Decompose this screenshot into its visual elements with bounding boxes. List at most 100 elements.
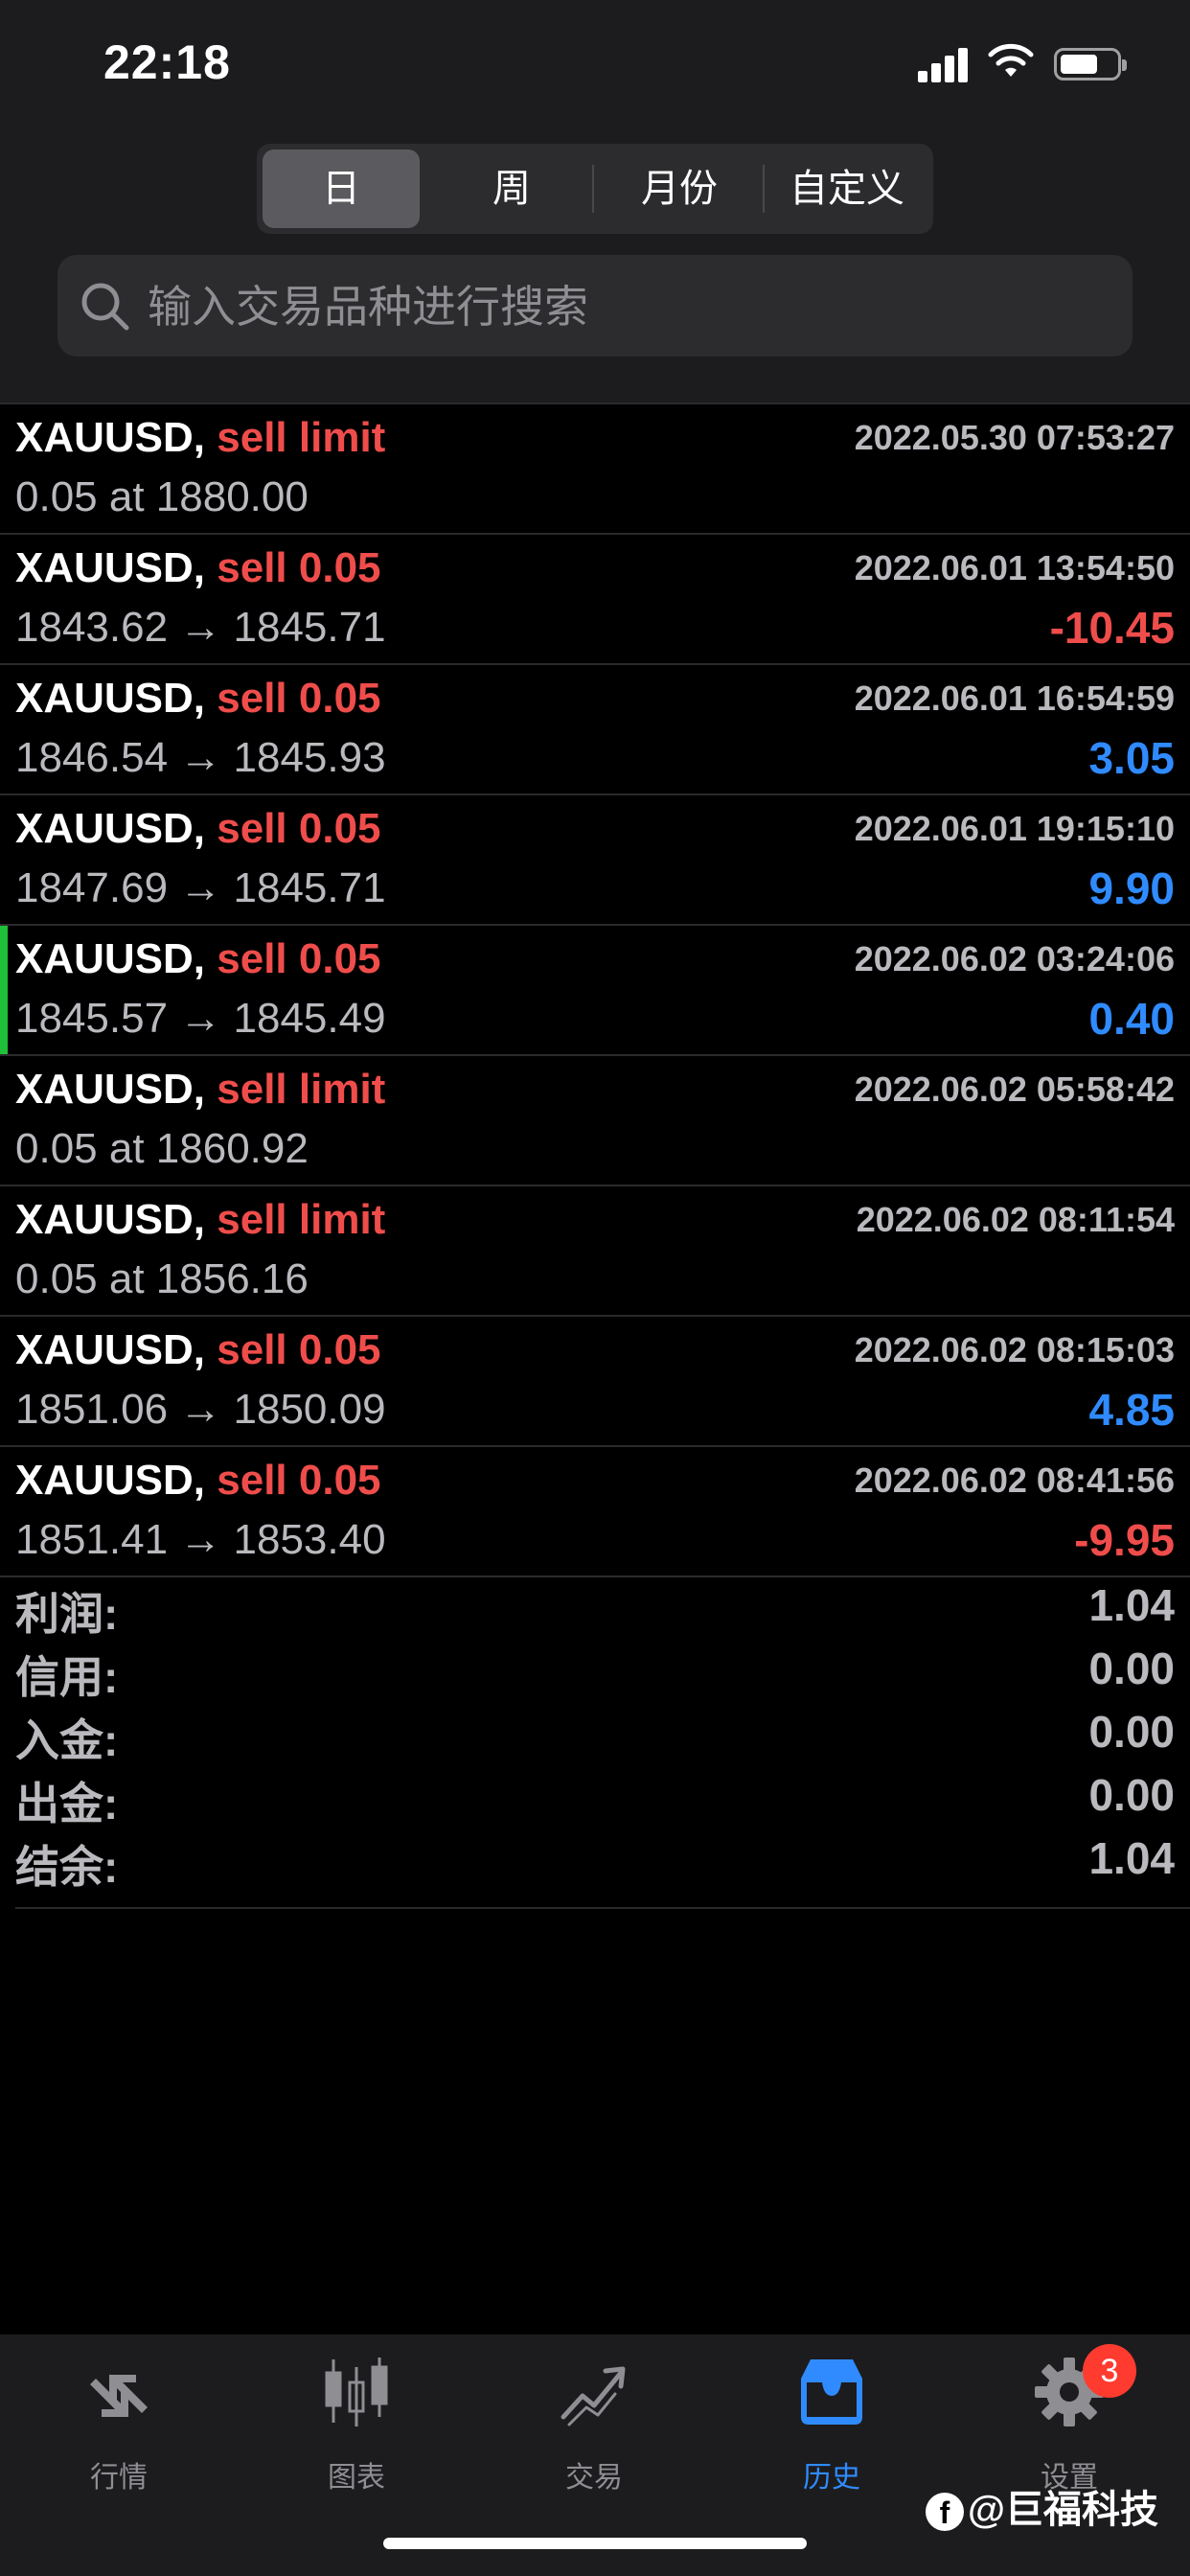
history-row[interactable]: XAUUSD, sell 0.05 2022.06.01 16:54:59 18… xyxy=(0,665,1190,795)
row-order-type: sell limit xyxy=(217,414,386,461)
tab-label: 历史 xyxy=(803,2462,860,2494)
summary-divider xyxy=(15,1907,1190,1909)
tab-quotes[interactable]: 行情 xyxy=(0,2354,238,2497)
history-inbox-icon xyxy=(801,2359,862,2425)
summary-deposit: 入金: 0.00 xyxy=(15,1700,1175,1765)
row-time: 2022.06.01 16:54:59 xyxy=(854,678,1175,718)
row-symbol: XAUUSD, xyxy=(15,544,206,591)
row-symbol: XAUUSD, xyxy=(15,805,206,852)
tab-chart[interactable]: 图表 xyxy=(238,2354,475,2497)
row-order-type: sell limit xyxy=(217,1066,386,1113)
row-price: 1846.54 → 1845.93 xyxy=(15,734,386,781)
history-row[interactable]: XAUUSD, sell limit 2022.05.30 07:53:27 0… xyxy=(0,404,1190,535)
row-price: 1843.62 → 1845.71 xyxy=(15,604,386,651)
summary-profit: 利润: 1.04 xyxy=(15,1574,1175,1639)
search-bar xyxy=(57,255,1133,358)
row-price: 0.05 at 1880.00 xyxy=(15,473,309,520)
segment-week[interactable]: 周 xyxy=(433,150,590,228)
top-header: 22:18 日 周 月份 自定义 xyxy=(0,0,1190,402)
battery-icon xyxy=(1054,48,1127,80)
row-symbol: XAUUSD, xyxy=(15,1457,206,1504)
row-symbol: XAUUSD, xyxy=(15,1066,206,1113)
row-profit: -9.95 xyxy=(1074,1515,1175,1565)
row-order-type: sell limit xyxy=(217,1196,386,1243)
cellular-signal-icon xyxy=(918,48,968,82)
summary-balance: 结余: 1.04 xyxy=(15,1827,1175,1892)
row-time: 2022.06.02 08:15:03 xyxy=(854,1330,1175,1369)
segment-month[interactable]: 月份 xyxy=(598,150,761,228)
trade-trend-icon xyxy=(561,2366,626,2426)
summary-value: 0.00 xyxy=(1088,1644,1175,1693)
wifi-icon xyxy=(988,43,1034,77)
row-price: 0.05 at 1856.16 xyxy=(15,1255,309,1302)
candlestick-chart-icon xyxy=(325,2358,388,2426)
segment-custom[interactable]: 自定义 xyxy=(767,150,927,228)
tab-history[interactable]: 历史 xyxy=(713,2354,950,2497)
summary-value: 1.04 xyxy=(1088,1833,1175,1883)
summary-value: 0.00 xyxy=(1088,1770,1175,1820)
row-profit: 9.90 xyxy=(1088,863,1175,913)
search-input[interactable] xyxy=(146,255,1108,358)
symbol-line: XAUUSD, sell 0.05 xyxy=(15,935,381,983)
row-order-type: sell 0.05 xyxy=(217,1326,381,1373)
segment-divider xyxy=(763,165,765,213)
summary-withdrawal: 出金: 0.00 xyxy=(15,1763,1175,1828)
row-time: 2022.06.02 05:58:42 xyxy=(854,1070,1175,1109)
tab-settings[interactable]: 3 设置 xyxy=(950,2344,1188,2497)
summary-label: 利润: xyxy=(15,1589,119,1639)
row-order-type: sell 0.05 xyxy=(217,1457,381,1504)
tab-label: 行情 xyxy=(90,2462,148,2494)
segment-day[interactable]: 日 xyxy=(263,150,420,228)
status-time: 22:18 xyxy=(103,35,231,89)
symbol-line: XAUUSD, sell 0.05 xyxy=(15,544,381,592)
history-row[interactable]: XAUUSD, sell 0.05 2022.06.02 08:41:56 18… xyxy=(0,1447,1190,1577)
row-price: 1851.06 → 1850.09 xyxy=(15,1386,386,1433)
history-row[interactable]: XAUUSD, sell 0.05 2022.06.01 13:54:50 18… xyxy=(0,535,1190,665)
symbol-line: XAUUSD, sell 0.05 xyxy=(15,1326,381,1374)
tab-label: 交易 xyxy=(565,2462,623,2494)
symbol-line: XAUUSD, sell limit xyxy=(15,1196,385,1244)
period-segmented-control: 日 周 月份 自定义 xyxy=(257,144,933,234)
history-row[interactable]: XAUUSD, sell 0.05 2022.06.01 19:15:10 18… xyxy=(0,795,1190,926)
row-symbol: XAUUSD, xyxy=(15,1196,206,1243)
row-symbol: XAUUSD, xyxy=(15,675,206,722)
row-profit: 3.05 xyxy=(1088,733,1175,783)
row-order-type: sell 0.05 xyxy=(217,544,381,591)
history-list: XAUUSD, sell limit 2022.05.30 07:53:27 0… xyxy=(0,404,1190,1577)
row-order-type: sell 0.05 xyxy=(217,935,381,982)
row-order-type: sell 0.05 xyxy=(217,805,381,852)
row-price: 1847.69 → 1845.71 xyxy=(15,864,386,911)
watermark-text: @巨福科技 xyxy=(968,2489,1159,2531)
summary-credit: 信用: 0.00 xyxy=(15,1637,1175,1702)
history-row[interactable]: XAUUSD, sell limit 2022.06.02 08:11:54 0… xyxy=(0,1186,1190,1317)
history-row-selected[interactable]: XAUUSD, sell 0.05 2022.06.02 03:24:06 18… xyxy=(0,926,1190,1056)
row-price: 0.05 at 1860.92 xyxy=(15,1125,309,1172)
row-profit: 0.40 xyxy=(1088,994,1175,1044)
row-symbol: XAUUSD, xyxy=(15,414,206,461)
account-summary: 利润: 1.04 信用: 0.00 入金: 0.00 出金: 0.00 结余: … xyxy=(15,1574,1175,1892)
history-row[interactable]: XAUUSD, sell 0.05 2022.06.02 08:15:03 18… xyxy=(0,1317,1190,1447)
summary-label: 出金: xyxy=(15,1779,119,1828)
summary-label: 入金: xyxy=(15,1715,119,1765)
row-price: 1845.57 → 1845.49 xyxy=(15,995,386,1042)
history-row[interactable]: XAUUSD, sell limit 2022.06.02 05:58:42 0… xyxy=(0,1056,1190,1186)
segment-divider xyxy=(592,165,594,213)
watermark-logo-icon: f xyxy=(926,2493,964,2532)
home-indicator[interactable] xyxy=(383,2538,807,2549)
symbol-line: XAUUSD, sell 0.05 xyxy=(15,675,381,723)
watermark: f @巨福科技 xyxy=(926,2478,1158,2534)
tab-trade[interactable]: 交易 xyxy=(475,2354,713,2497)
summary-label: 结余: xyxy=(15,1842,119,1892)
summary-label: 信用: xyxy=(15,1652,119,1702)
row-time: 2022.06.01 13:54:50 xyxy=(854,548,1175,587)
symbol-line: XAUUSD, sell 0.05 xyxy=(15,805,381,853)
symbol-line: XAUUSD, sell 0.05 xyxy=(15,1457,381,1505)
row-time: 2022.06.02 03:24:06 xyxy=(854,939,1175,978)
row-profit: 4.85 xyxy=(1088,1385,1175,1435)
row-time: 2022.05.30 07:53:27 xyxy=(854,418,1175,457)
row-price: 1851.41 → 1853.40 xyxy=(15,1516,386,1563)
row-time: 2022.06.02 08:11:54 xyxy=(856,1200,1175,1239)
symbol-line: XAUUSD, sell limit xyxy=(15,414,385,462)
quotes-arrows-icon xyxy=(90,2375,148,2417)
row-profit: -10.45 xyxy=(1049,603,1175,653)
